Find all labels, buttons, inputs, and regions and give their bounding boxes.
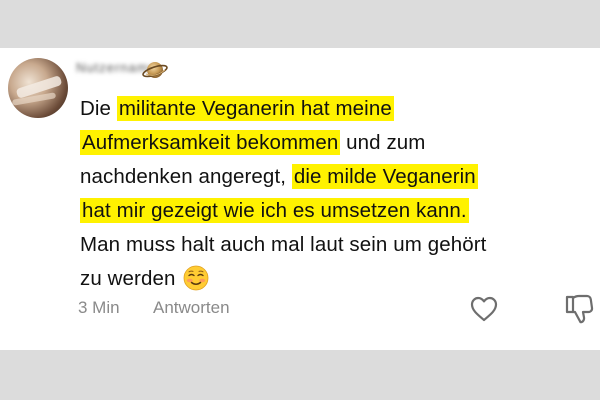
highlighted-text: militante Veganerin hat meine bbox=[116, 96, 394, 121]
highlighted-text: hat mir gezeigt wie ich es umsetzen kann… bbox=[80, 198, 469, 223]
smiling-face-with-blush-icon bbox=[183, 265, 209, 291]
comment-text-segment: zu werden bbox=[80, 267, 182, 290]
comment-line: Aufmerksamkeit bekommen und zum bbox=[80, 126, 580, 160]
highlighted-text: Aufmerksamkeit bekommen bbox=[80, 130, 341, 155]
comment-line: hat mir gezeigt wie ich es umsetzen kann… bbox=[80, 194, 580, 228]
comment-text-segment: nachdenken angeregt, bbox=[80, 165, 292, 188]
comment-text-segment: Die bbox=[80, 97, 117, 120]
comment-timestamp: 3 Min bbox=[78, 298, 120, 317]
comment-line: Die militante Veganerin hat meine bbox=[80, 92, 580, 126]
comment-text-segment: und zum bbox=[340, 131, 426, 154]
comment-text-segment: Man muss halt auch mal laut sein um gehö… bbox=[80, 233, 487, 256]
thumbs-down-icon[interactable] bbox=[564, 293, 594, 325]
username-blurred[interactable]: Nutzername bbox=[76, 60, 156, 76]
avatar[interactable] bbox=[8, 58, 68, 118]
comment-text: Die militante Veganerin hat meine Aufmerk… bbox=[80, 92, 580, 296]
comment-card: Nutzername Die militante Veganerin hat m… bbox=[0, 48, 600, 350]
comment-line: zu werden bbox=[80, 262, 580, 296]
comment-line: Man muss halt auch mal laut sein um gehö… bbox=[80, 228, 580, 262]
planet-icon bbox=[142, 62, 168, 78]
reply-button[interactable]: Antworten bbox=[153, 298, 230, 318]
heart-outline-icon[interactable] bbox=[470, 296, 498, 322]
highlighted-text: die milde Veganerin bbox=[291, 164, 478, 189]
top-margin-band bbox=[0, 0, 600, 48]
comment-line: nachdenken angeregt, die milde Veganerin bbox=[80, 160, 580, 194]
bottom-margin-band bbox=[0, 350, 600, 400]
